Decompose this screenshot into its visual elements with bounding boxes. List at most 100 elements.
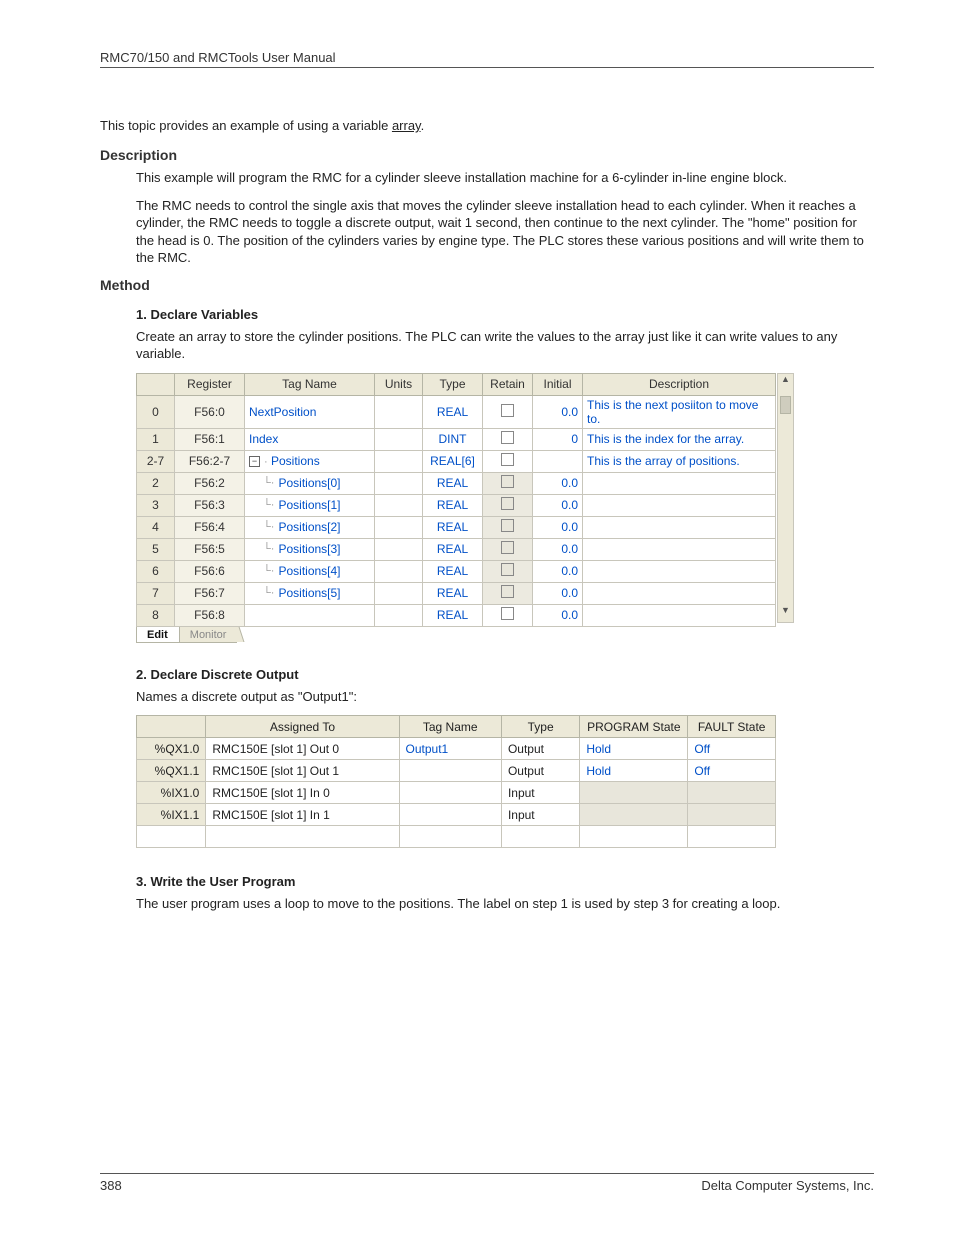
table-row[interactable]: 5F56:5└·Positions[3]REAL0.0: [137, 538, 776, 560]
retain-checkbox: [501, 585, 514, 598]
scroll-up-icon[interactable]: ▲: [778, 374, 793, 391]
cell-units: [375, 428, 423, 450]
retain-checkbox[interactable]: [501, 453, 514, 466]
retain-checkbox: [501, 519, 514, 532]
col-units: Units: [375, 373, 423, 395]
cell-register: F56:2: [175, 472, 245, 494]
table-row[interactable]: 8F56:8REAL0.0: [137, 604, 776, 626]
array-link[interactable]: array: [392, 118, 421, 133]
cell-retain: [483, 428, 533, 450]
cell-tagname: └·Positions[5]: [245, 582, 375, 604]
cell-program-state: Hold: [580, 738, 688, 760]
table-row[interactable]: %QX1.0RMC150E [slot 1] Out 0Output1Outpu…: [137, 738, 776, 760]
description-heading: Description: [100, 147, 874, 163]
cell-initial: [533, 450, 583, 472]
cell-program-state: [580, 804, 688, 826]
table-row[interactable]: 3F56:3└·Positions[1]REAL0.0: [137, 494, 776, 516]
cell-fault-state: Off: [688, 760, 776, 782]
cell-type: REAL: [423, 538, 483, 560]
scrollbar[interactable]: ▲ ▼: [777, 373, 794, 623]
collapse-icon[interactable]: −: [249, 456, 260, 467]
cell-address: %IX1.1: [137, 804, 206, 826]
page-number: 388: [100, 1178, 122, 1193]
cell-address: %QX1.1: [137, 760, 206, 782]
table-row[interactable]: %IX1.0RMC150E [slot 1] In 0Input: [137, 782, 776, 804]
cell-units: [375, 516, 423, 538]
cell-index: 7: [137, 582, 175, 604]
col-register: Register: [175, 373, 245, 395]
cell-program-state: [580, 782, 688, 804]
scroll-thumb[interactable]: [780, 396, 791, 414]
table-row[interactable]: 7F56:7└·Positions[5]REAL0.0: [137, 582, 776, 604]
cell-description: [583, 516, 776, 538]
cell-io-type: Output: [501, 760, 579, 782]
cell-fault-state: Off: [688, 738, 776, 760]
cell-retain: [483, 538, 533, 560]
cell-units: [375, 582, 423, 604]
cell-index: 2-7: [137, 450, 175, 472]
cell-address: %QX1.0: [137, 738, 206, 760]
cell-initial: 0.0: [533, 494, 583, 516]
col-blank: [137, 373, 175, 395]
cell-retain: [483, 604, 533, 626]
table-row[interactable]: 4F56:4└·Positions[2]REAL0.0: [137, 516, 776, 538]
io-col-blank: [137, 716, 206, 738]
intro-suffix: .: [421, 118, 425, 133]
cell-retain: [483, 494, 533, 516]
retain-checkbox[interactable]: [501, 607, 514, 620]
scroll-down-icon[interactable]: ▼: [778, 605, 793, 622]
cell-index: 6: [137, 560, 175, 582]
cell-assigned: RMC150E [slot 1] Out 1: [206, 760, 399, 782]
table-row[interactable]: 6F56:6└·Positions[4]REAL0.0: [137, 560, 776, 582]
tab-monitor[interactable]: Monitor: [179, 627, 238, 643]
cell-initial: 0.0: [533, 582, 583, 604]
cell-retain: [483, 450, 533, 472]
page-footer: 388 Delta Computer Systems, Inc.: [100, 1173, 874, 1193]
step1-heading: 1. Declare Variables: [136, 307, 874, 322]
cell-units: [375, 494, 423, 516]
cell-register: F56:0: [175, 395, 245, 428]
page-header: RMC70/150 and RMCTools User Manual: [100, 50, 874, 68]
cell-tagname: └·Positions[1]: [245, 494, 375, 516]
retain-checkbox: [501, 541, 514, 554]
table-row[interactable]: 1F56:1IndexDINT0This is the index for th…: [137, 428, 776, 450]
cell-type: REAL: [423, 395, 483, 428]
cell-tagname: NextPosition: [245, 395, 375, 428]
company-name: Delta Computer Systems, Inc.: [701, 1178, 874, 1193]
intro-prefix: This topic provides an example of using …: [100, 118, 392, 133]
cell-description: This is the index for the array.: [583, 428, 776, 450]
col-retain: Retain: [483, 373, 533, 395]
col-description: Description: [583, 373, 776, 395]
cell-register: F56:1: [175, 428, 245, 450]
cell-retain: [483, 560, 533, 582]
cell-tagname: └·Positions[2]: [245, 516, 375, 538]
col-initial: Initial: [533, 373, 583, 395]
table-row[interactable]: 2-7F56:2-7−· PositionsREAL[6]This is the…: [137, 450, 776, 472]
retain-checkbox[interactable]: [501, 404, 514, 417]
cell-fault-state: [688, 804, 776, 826]
table-row[interactable]: 2F56:2└·Positions[0]REAL0.0: [137, 472, 776, 494]
cell-io-type: Input: [501, 804, 579, 826]
cell-type: REAL: [423, 604, 483, 626]
table-row[interactable]: %IX1.1RMC150E [slot 1] In 1Input: [137, 804, 776, 826]
cell-type: REAL: [423, 494, 483, 516]
cell-description: This is the array of positions.: [583, 450, 776, 472]
cell-initial: 0.0: [533, 395, 583, 428]
cell-initial: 0.0: [533, 516, 583, 538]
cell-register: F56:8: [175, 604, 245, 626]
cell-index: 1: [137, 428, 175, 450]
cell-tagname: −· Positions: [245, 450, 375, 472]
table-row[interactable]: %QX1.1RMC150E [slot 1] Out 1 OutputHoldOf…: [137, 760, 776, 782]
table-row[interactable]: 0F56:0NextPositionREAL0.0This is the nex…: [137, 395, 776, 428]
cell-tagname: [245, 604, 375, 626]
cell-index: 5: [137, 538, 175, 560]
cell-index: 2: [137, 472, 175, 494]
step2-heading: 2. Declare Discrete Output: [136, 667, 874, 682]
cell-program-state: Hold: [580, 760, 688, 782]
tab-edit[interactable]: Edit: [136, 627, 179, 643]
cell-units: [375, 560, 423, 582]
retain-checkbox[interactable]: [501, 431, 514, 444]
cell-units: [375, 604, 423, 626]
cell-type: DINT: [423, 428, 483, 450]
cell-io-type: Output: [501, 738, 579, 760]
